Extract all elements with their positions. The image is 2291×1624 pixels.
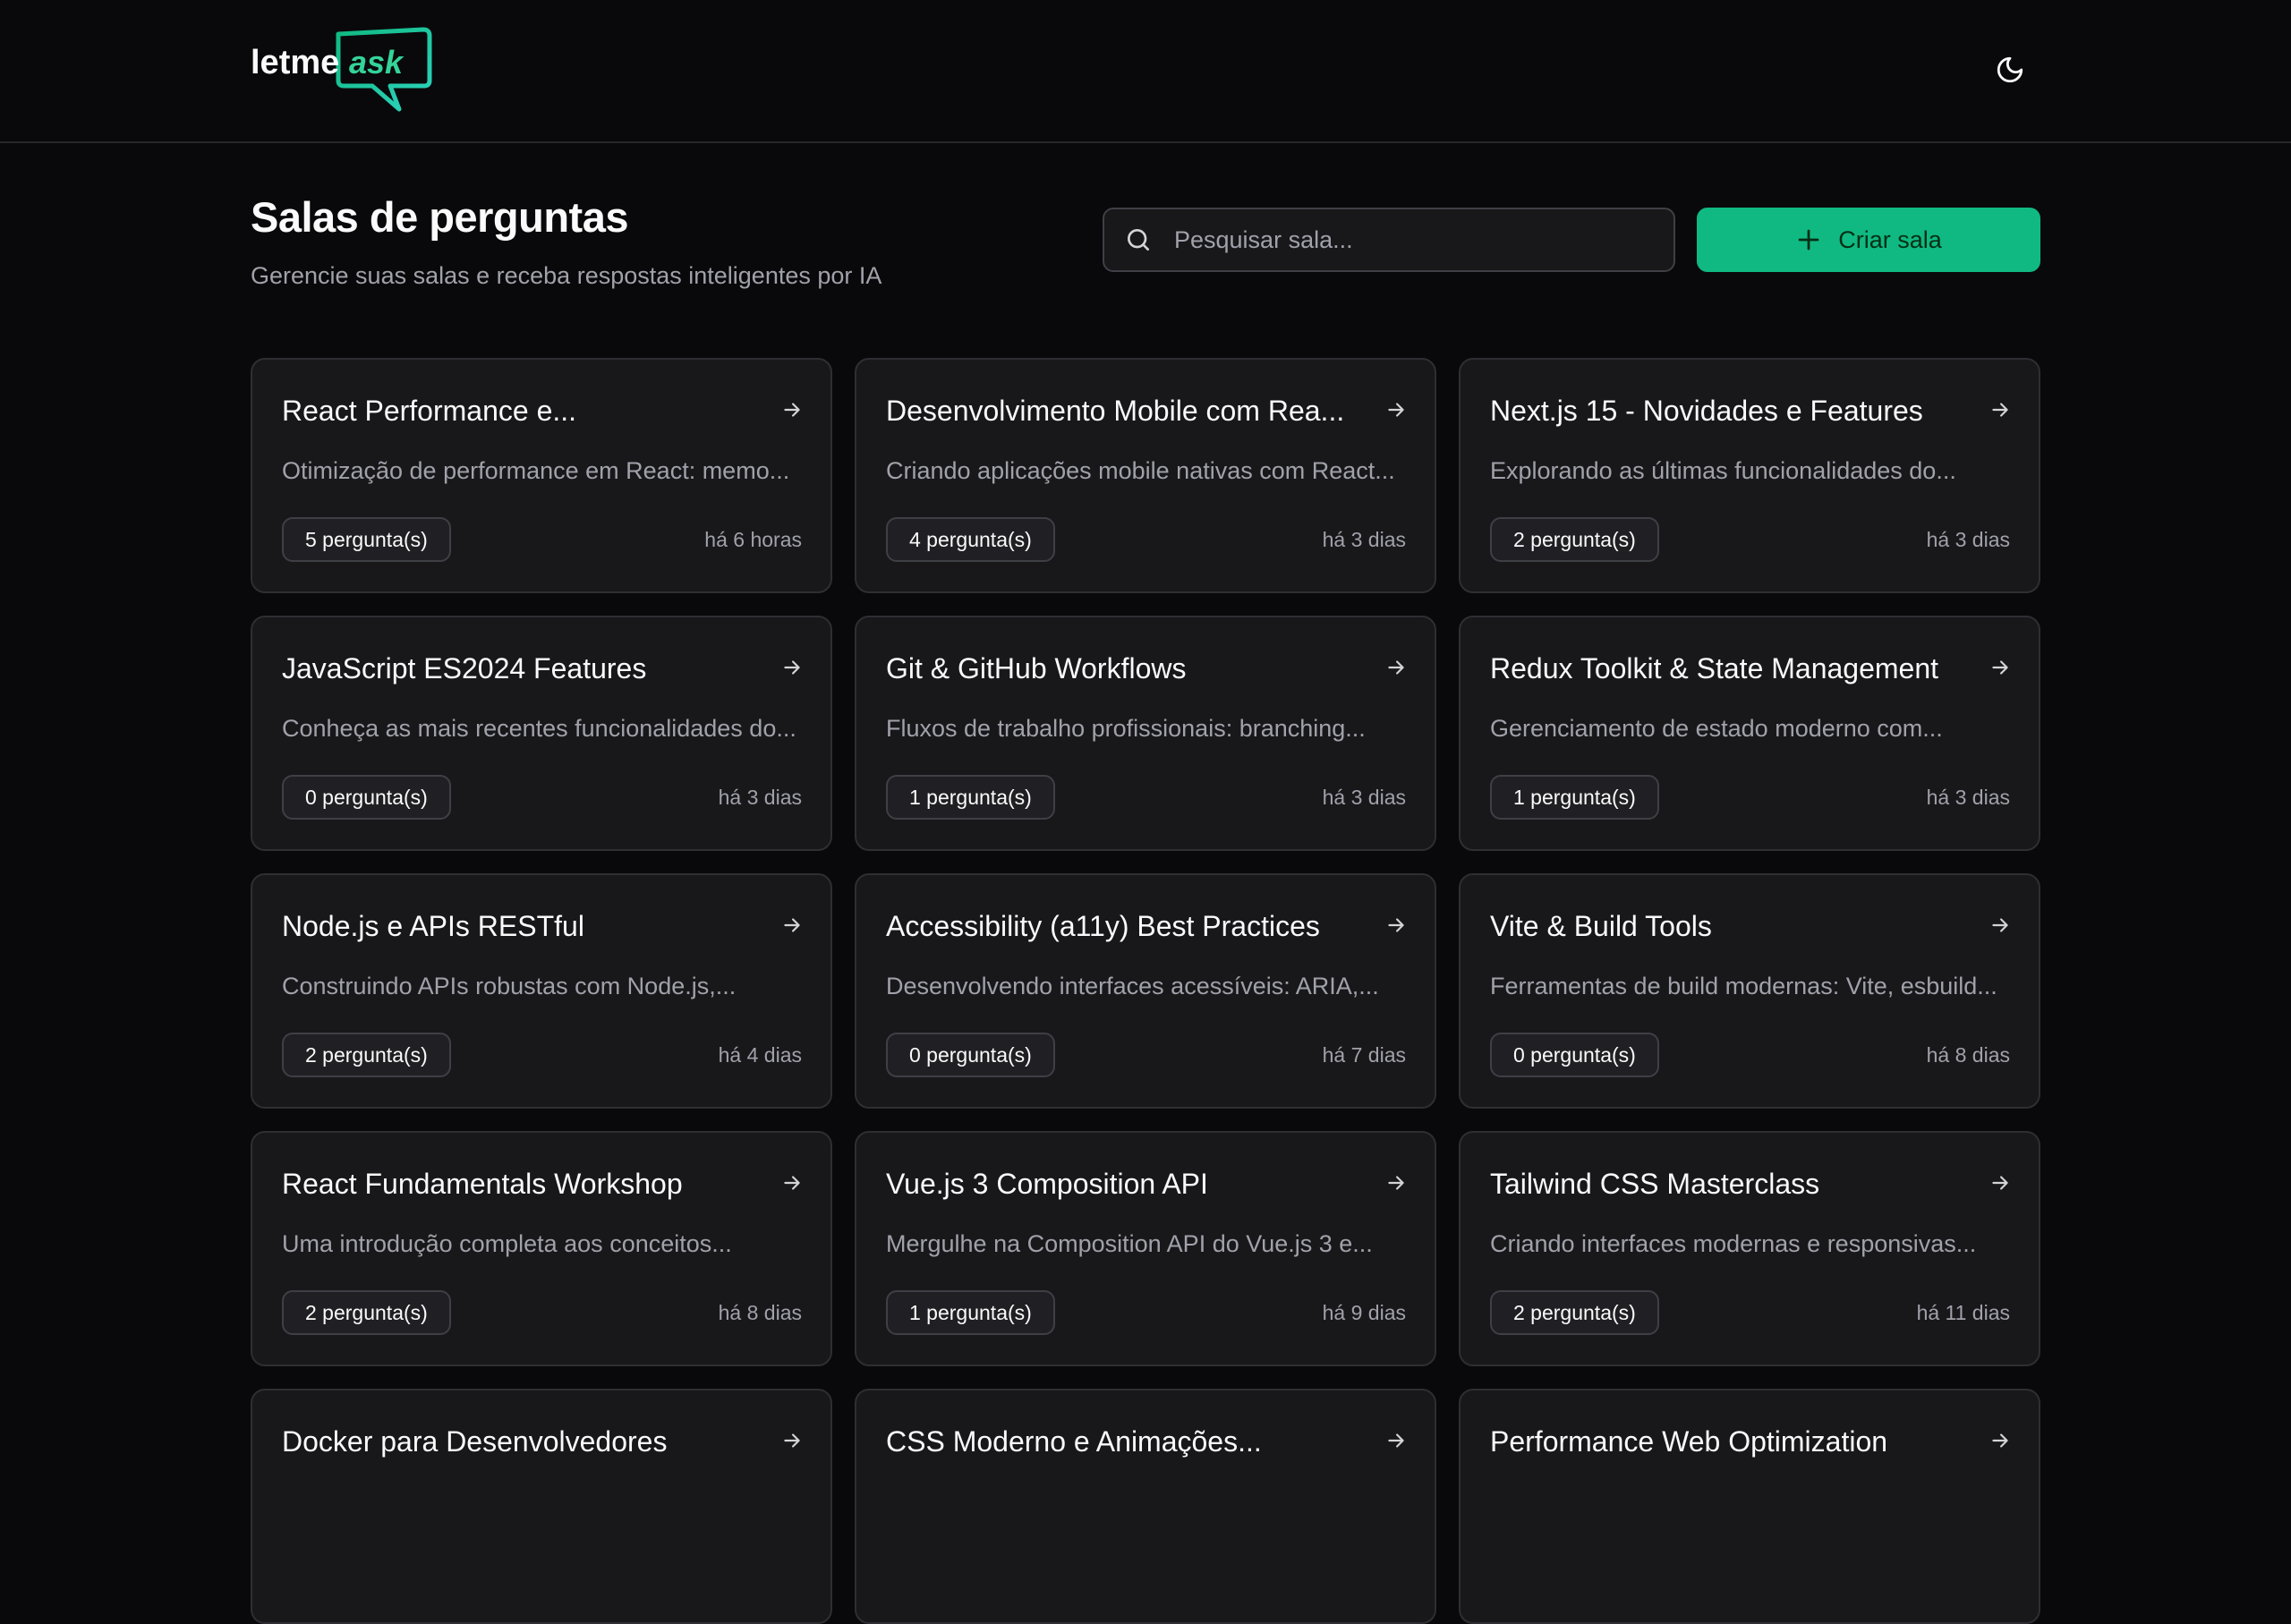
room-card[interactable]: React Performance e... Otimização de perf…: [251, 358, 832, 593]
room-card[interactable]: Tailwind CSS Masterclass Criando interfac…: [1459, 1131, 2040, 1366]
room-title: Accessibility (a11y) Best Practices: [886, 910, 1320, 942]
theme-toggle-button[interactable]: [1987, 47, 2033, 93]
search-box[interactable]: [1103, 208, 1675, 272]
question-count-badge: 0 pergunta(s): [886, 1033, 1055, 1077]
room-title: React Performance e...: [282, 395, 577, 427]
moon-icon: [1997, 56, 2023, 83]
room-card[interactable]: React Fundamentals Workshop Uma introduçã…: [251, 1131, 832, 1366]
arrow-right-icon[interactable]: [1384, 656, 1408, 679]
room-title: CSS Moderno e Animações...: [886, 1425, 1262, 1458]
room-card[interactable]: Git & GitHub Workflows Fluxos de trabalho…: [855, 616, 1436, 851]
arrow-right-icon[interactable]: [1989, 656, 2012, 679]
room-card[interactable]: Next.js 15 - Novidades e Features Explora…: [1459, 358, 2040, 593]
room-created-time: há 9 dias: [1322, 1301, 1406, 1324]
arrow-right-icon[interactable]: [1384, 1171, 1408, 1195]
create-room-label: Criar sala: [1838, 225, 1942, 253]
room-created-time: há 7 dias: [1322, 1043, 1406, 1067]
room-created-time: há 6 horas: [704, 528, 802, 551]
rooms-grid: React Performance e... Otimização de perf…: [251, 358, 2040, 1624]
room-title: Redux Toolkit & State Management: [1490, 652, 1939, 684]
room-card[interactable]: Accessibility (a11y) Best Practices Desen…: [855, 873, 1436, 1109]
arrow-right-icon[interactable]: [1384, 914, 1408, 937]
arrow-right-icon[interactable]: [1989, 1429, 2012, 1452]
room-card[interactable]: Desenvolvimento Mobile com Rea... Criando…: [855, 358, 1436, 593]
room-title: Performance Web Optimization: [1490, 1425, 1888, 1458]
app-header: letme ask: [0, 0, 2291, 143]
question-count-badge: 2 pergunta(s): [282, 1033, 451, 1077]
room-title: Tailwind CSS Masterclass: [1490, 1168, 1820, 1200]
room-created-time: há 8 dias: [718, 1301, 802, 1324]
create-room-button[interactable]: Criar sala: [1697, 208, 2040, 272]
arrow-right-icon[interactable]: [780, 1429, 804, 1452]
page-title: Salas de perguntas: [251, 193, 629, 241]
arrow-right-icon[interactable]: [1989, 1171, 2012, 1195]
room-description: Mergulhe na Composition API do Vue.js 3 …: [886, 1230, 1373, 1257]
room-title: React Fundamentals Workshop: [282, 1168, 683, 1200]
question-count-badge: 2 pergunta(s): [282, 1290, 451, 1335]
room-description: Fluxos de trabalho profissionais: branch…: [886, 715, 1366, 742]
room-description: Conheça as mais recentes funcionalidades…: [282, 715, 796, 742]
room-title: Next.js 15 - Novidades e Features: [1490, 395, 1923, 427]
room-title: Git & GitHub Workflows: [886, 652, 1187, 684]
question-count-badge: 2 pergunta(s): [1490, 1290, 1659, 1335]
room-created-time: há 3 dias: [1926, 528, 2010, 551]
room-title: Vite & Build Tools: [1490, 910, 1712, 942]
room-created-time: há 3 dias: [1926, 786, 2010, 809]
room-description: Criando aplicações mobile nativas com Re…: [886, 457, 1395, 484]
arrow-right-icon[interactable]: [1989, 398, 2012, 421]
room-card[interactable]: JavaScript ES2024 Features Conheça as mai…: [251, 616, 832, 851]
room-description: Criando interfaces modernas e responsiva…: [1490, 1230, 1977, 1257]
search-icon: [1124, 225, 1153, 254]
room-title: JavaScript ES2024 Features: [282, 652, 647, 684]
plus-icon: [1795, 226, 1822, 253]
arrow-right-icon[interactable]: [780, 914, 804, 937]
arrow-right-icon[interactable]: [1384, 398, 1408, 421]
room-card[interactable]: Redux Toolkit & State Management Gerencia…: [1459, 616, 2040, 851]
room-card[interactable]: Docker para Desenvolvedores: [251, 1389, 832, 1624]
room-card[interactable]: Node.js e APIs RESTful Construindo APIs r…: [251, 873, 832, 1109]
room-created-time: há 3 dias: [1322, 528, 1406, 551]
room-description: Otimização de performance em React: memo…: [282, 457, 790, 484]
room-created-time: há 3 dias: [1322, 786, 1406, 809]
room-card[interactable]: Performance Web Optimization: [1459, 1389, 2040, 1624]
logo-speech-bubble-icon: letme ask: [251, 27, 432, 112]
room-description: Explorando as últimas funcionalidades do…: [1490, 457, 1956, 484]
room-title: Docker para Desenvolvedores: [282, 1425, 668, 1458]
letmeask-logo[interactable]: letme ask: [249, 27, 432, 116]
question-count-badge: 0 pergunta(s): [282, 775, 451, 820]
question-count-badge: 1 pergunta(s): [886, 775, 1055, 820]
room-description: Uma introdução completa aos conceitos...: [282, 1230, 732, 1257]
search-input[interactable]: [1172, 208, 1674, 271]
room-title: Vue.js 3 Composition API: [886, 1168, 1208, 1200]
room-description: Ferramentas de build modernas: Vite, esb…: [1490, 973, 1997, 999]
room-title: Desenvolvimento Mobile com Rea...: [886, 395, 1345, 427]
arrow-right-icon[interactable]: [1989, 914, 2012, 937]
room-created-time: há 4 dias: [718, 1043, 802, 1067]
room-title: Node.js e APIs RESTful: [282, 910, 584, 942]
room-created-time: há 11 dias: [1916, 1301, 2010, 1324]
logo-text-letme: letme: [251, 44, 339, 81]
question-count-badge: 2 pergunta(s): [1490, 517, 1659, 562]
question-count-badge: 4 pergunta(s): [886, 517, 1055, 562]
question-count-badge: 0 pergunta(s): [1490, 1033, 1659, 1077]
question-count-badge: 1 pergunta(s): [886, 1290, 1055, 1335]
room-description: Gerenciamento de estado moderno com...: [1490, 715, 1943, 742]
room-description: Desenvolvendo interfaces acessíveis: ARI…: [886, 973, 1379, 999]
room-card[interactable]: Vite & Build Tools Ferramentas de build m…: [1459, 873, 2040, 1109]
question-count-badge: 1 pergunta(s): [1490, 775, 1659, 820]
arrow-right-icon[interactable]: [1384, 1429, 1408, 1452]
room-description: Construindo APIs robustas com Node.js,..…: [282, 973, 737, 999]
page-subtitle: Gerencie suas salas e receba respostas i…: [251, 262, 882, 289]
room-card[interactable]: Vue.js 3 Composition API Mergulhe na Comp…: [855, 1131, 1436, 1366]
arrow-right-icon[interactable]: [780, 398, 804, 421]
question-count-badge: 5 pergunta(s): [282, 517, 451, 562]
arrow-right-icon[interactable]: [780, 656, 804, 679]
arrow-right-icon[interactable]: [780, 1171, 804, 1195]
logo-text-ask: ask: [349, 44, 405, 81]
room-card[interactable]: CSS Moderno e Animações...: [855, 1389, 1436, 1624]
room-created-time: há 3 dias: [718, 786, 802, 809]
room-created-time: há 8 dias: [1926, 1043, 2010, 1067]
